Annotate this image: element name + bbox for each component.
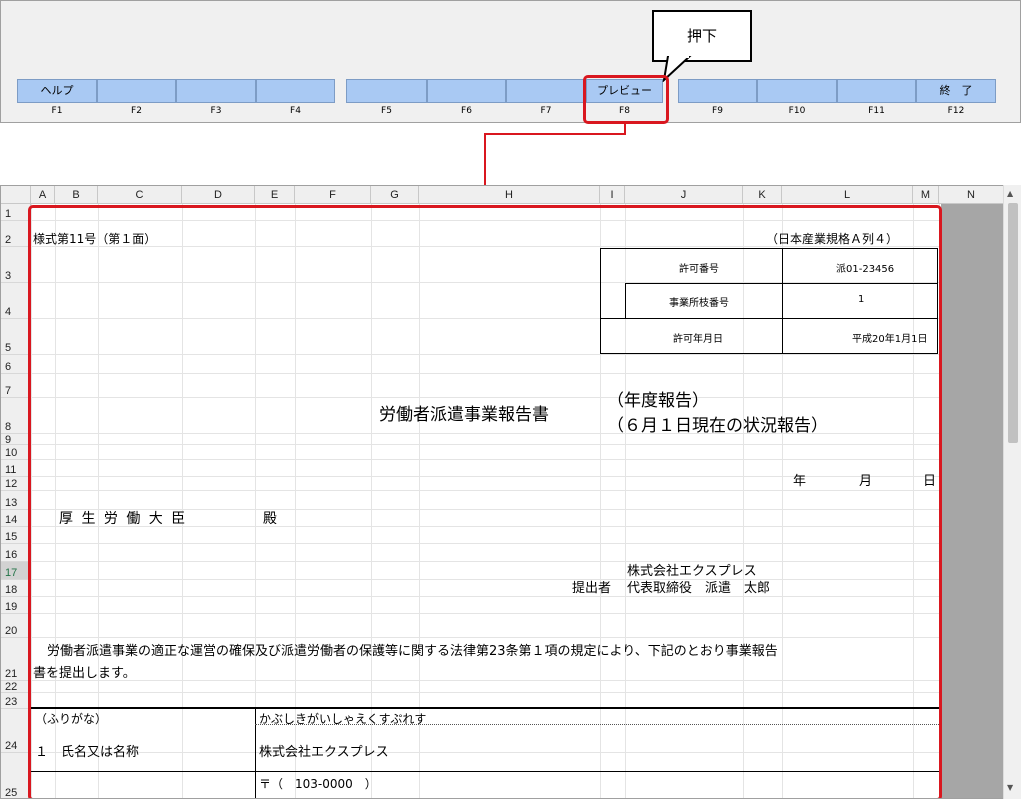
row-header[interactable]: 24 — [1, 709, 31, 753]
row-header[interactable]: 19 — [1, 597, 31, 614]
column-header[interactable]: G — [371, 186, 419, 204]
row-header[interactable]: 25 — [1, 753, 31, 798]
row-header[interactable]: 3 — [1, 247, 31, 283]
non-print-area — [941, 204, 1004, 798]
row-header[interactable]: 18 — [1, 580, 31, 597]
column-header[interactable]: I — [600, 186, 625, 204]
column-header[interactable]: E — [255, 186, 295, 204]
preview-highlight — [583, 75, 669, 124]
fkey-button-f4[interactable] — [256, 79, 335, 103]
fkey-button-f1[interactable]: ヘルプ — [17, 79, 97, 103]
fkey-label: F7 — [540, 106, 552, 116]
row-header[interactable]: 20 — [1, 614, 31, 638]
press-callout: 押下 — [652, 10, 752, 62]
column-header[interactable]: C — [98, 186, 182, 204]
fkey-button-f11[interactable] — [837, 79, 916, 103]
column-header[interactable]: N — [939, 186, 1004, 204]
row-header[interactable]: 15 — [1, 527, 31, 544]
row-header[interactable]: 22 — [1, 681, 31, 693]
fkey-button-f10[interactable] — [757, 79, 837, 103]
column-header[interactable]: J — [625, 186, 743, 204]
row-header[interactable]: 1 — [1, 204, 31, 221]
fkey-label: F9 — [712, 106, 723, 116]
row-header[interactable]: 10 — [1, 445, 31, 460]
fkey-button-f12[interactable]: 終 了 — [916, 79, 996, 103]
row-header[interactable]: 21 — [1, 638, 31, 681]
row-header[interactable]: 6 — [1, 355, 31, 374]
row-header[interactable]: 4 — [1, 283, 31, 319]
fkey-label: F11 — [868, 106, 885, 116]
fkey-button-f6[interactable] — [427, 79, 506, 103]
vertical-scrollbar[interactable]: ▲ ▼ — [1003, 185, 1021, 799]
column-header[interactable]: B — [55, 186, 98, 204]
function-key-bar — [0, 0, 1021, 123]
row-header[interactable]: 5 — [1, 319, 31, 355]
fkey-button-f3[interactable] — [176, 79, 256, 103]
row-header[interactable]: 14 — [1, 510, 31, 527]
print-area-highlight — [28, 205, 942, 798]
row-header[interactable]: 8 — [1, 398, 31, 434]
press-callout-label: 押下 — [686, 27, 717, 45]
scroll-down-icon[interactable]: ▼ — [1007, 783, 1013, 792]
column-header[interactable]: H — [419, 186, 600, 204]
spreadsheet: A B C D E F G H I J K L M N 1 2 3 4 5 6 7 8 9 10 11 12 13 14 15 16 17 1… — [0, 185, 1021, 799]
row-header[interactable]: 2 — [1, 221, 31, 247]
fkey-label: F3 — [210, 106, 222, 116]
row-header[interactable]: 9 — [1, 434, 31, 446]
column-header[interactable]: D — [182, 186, 255, 204]
select-all-corner[interactable] — [1, 186, 31, 204]
fkey-label: F6 — [461, 106, 472, 116]
fkey-label: F4 — [290, 106, 301, 116]
fkey-label: F1 — [51, 106, 63, 116]
row-header[interactable]: 23 — [1, 693, 31, 709]
row-header[interactable]: 17 — [1, 562, 31, 580]
column-header[interactable]: A — [31, 186, 55, 204]
fkey-button-f9[interactable] — [678, 79, 757, 103]
column-header[interactable]: K — [743, 186, 782, 204]
fkey-button-f5[interactable] — [346, 79, 427, 103]
row-header[interactable]: 7 — [1, 374, 31, 398]
column-header[interactable]: L — [782, 186, 913, 204]
fkey-label: F5 — [381, 106, 392, 116]
column-header[interactable]: M — [913, 186, 939, 204]
row-header[interactable]: 13 — [1, 491, 31, 510]
row-header[interactable]: 11 — [1, 460, 31, 477]
row-header[interactable]: 16 — [1, 544, 31, 562]
fkey-button-f2[interactable] — [97, 79, 176, 103]
fkey-label: F10 — [788, 106, 806, 116]
fkey-button-f7[interactable] — [506, 79, 586, 103]
row-header[interactable]: 12 — [1, 477, 31, 491]
scroll-thumb[interactable] — [1008, 203, 1018, 443]
scroll-up-icon[interactable]: ▲ — [1007, 189, 1013, 198]
fkey-label: F2 — [131, 106, 142, 116]
column-header[interactable]: F — [295, 186, 371, 204]
fkey-label: F12 — [947, 106, 965, 116]
